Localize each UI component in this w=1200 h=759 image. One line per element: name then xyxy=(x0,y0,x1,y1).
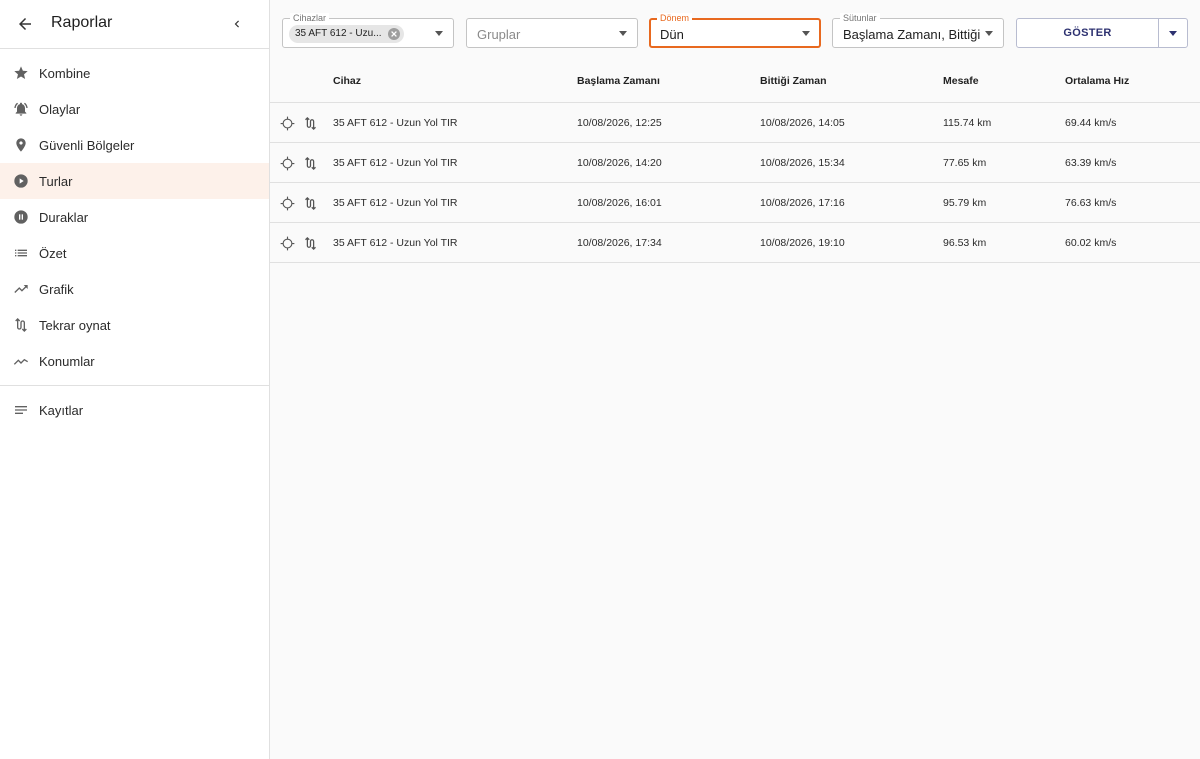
timeline-icon xyxy=(12,352,30,370)
column-header-avg-speed[interactable]: Ortalama Hız xyxy=(1065,75,1129,87)
locate-icon[interactable] xyxy=(279,115,295,131)
cell-device: 35 AFT 612 - Uzun Yol TIR xyxy=(333,157,458,169)
show-button[interactable]: GÖSTER xyxy=(1016,18,1159,48)
replay-route-icon[interactable] xyxy=(302,195,318,211)
trips-table: Cihaz Başlama Zamanı Bittiği Zaman Mesaf… xyxy=(270,61,1200,263)
period-value: Dün xyxy=(660,27,684,42)
cell-avg-speed: 63.39 km/s xyxy=(1065,157,1117,169)
cell-device: 35 AFT 612 - Uzun Yol TIR xyxy=(333,237,458,249)
sidebar-item-label: Tekrar oynat xyxy=(39,317,111,333)
sidebar-item-label: Kombine xyxy=(39,65,91,81)
columns-label: Sütunlar xyxy=(840,13,880,23)
replay-route-icon[interactable] xyxy=(302,235,318,251)
cell-start: 10/08/2026, 12:25 xyxy=(577,117,662,129)
star-icon xyxy=(12,64,30,82)
chip-remove-icon[interactable] xyxy=(387,28,400,40)
table-row: 35 AFT 612 - Uzun Yol TIR 10/08/2026, 17… xyxy=(270,223,1200,263)
column-header-device[interactable]: Cihaz xyxy=(333,75,361,87)
cell-end: 10/08/2026, 17:16 xyxy=(760,197,845,209)
sidebar: Raporlar Kombine Olaylar Güvenli Bölgele… xyxy=(0,0,270,759)
column-header-end[interactable]: Bittiği Zaman xyxy=(760,75,827,87)
list-icon xyxy=(12,244,30,262)
chevron-left-icon[interactable] xyxy=(227,14,247,34)
cell-start: 10/08/2026, 16:01 xyxy=(577,197,662,209)
extra-menu: Kayıtlar xyxy=(0,392,269,428)
chevron-down-icon xyxy=(435,31,443,36)
sidebar-item-kayitlar[interactable]: Kayıtlar xyxy=(0,392,269,428)
cell-avg-speed: 76.63 km/s xyxy=(1065,197,1117,209)
cell-device: 35 AFT 612 - Uzun Yol TIR xyxy=(333,197,458,209)
sidebar-item-tekrar-oynat[interactable]: Tekrar oynat xyxy=(0,307,269,343)
sidebar-item-label: Olaylar xyxy=(39,101,81,117)
cell-distance: 96.53 km xyxy=(943,237,987,249)
sidebar-item-duraklar[interactable]: Duraklar xyxy=(0,199,269,235)
devices-select[interactable]: Cihazlar 35 AFT 612 - Uzu... xyxy=(282,13,454,48)
device-chip: 35 AFT 612 - Uzu... xyxy=(289,25,404,43)
cell-end: 10/08/2026, 19:10 xyxy=(760,237,845,249)
cell-start: 10/08/2026, 14:20 xyxy=(577,157,662,169)
sidebar-divider xyxy=(0,385,269,386)
sidebar-header: Raporlar xyxy=(0,0,269,49)
sidebar-item-ozet[interactable]: Özet xyxy=(0,235,269,271)
sidebar-item-label: Turlar xyxy=(39,173,73,189)
columns-value: Başlama Zamanı, Bittiği ... xyxy=(843,27,983,42)
period-label: Dönem xyxy=(657,13,693,23)
table-row: 35 AFT 612 - Uzun Yol TIR 10/08/2026, 16… xyxy=(270,183,1200,223)
show-options-button[interactable] xyxy=(1158,18,1188,48)
cell-distance: 77.65 km xyxy=(943,157,987,169)
sidebar-item-kombine[interactable]: Kombine xyxy=(0,55,269,91)
cell-end: 10/08/2026, 15:34 xyxy=(760,157,845,169)
pin-icon xyxy=(12,136,30,154)
cell-avg-speed: 60.02 km/s xyxy=(1065,237,1117,249)
groups-placeholder: Gruplar xyxy=(477,27,521,42)
cell-start: 10/08/2026, 17:34 xyxy=(577,237,662,249)
cell-distance: 95.79 km xyxy=(943,197,987,209)
locate-icon[interactable] xyxy=(279,155,295,171)
table-row: 35 AFT 612 - Uzun Yol TIR 10/08/2026, 14… xyxy=(270,143,1200,183)
sidebar-title: Raporlar xyxy=(51,14,113,31)
sidebar-item-label: Duraklar xyxy=(39,209,89,225)
bell-icon xyxy=(12,100,30,118)
chevron-down-icon xyxy=(802,31,810,36)
devices-label: Cihazlar xyxy=(290,13,330,23)
cell-end: 10/08/2026, 14:05 xyxy=(760,117,845,129)
sidebar-item-guvenli-bolgeler[interactable]: Güvenli Bölgeler xyxy=(0,127,269,163)
replay-route-icon[interactable] xyxy=(302,155,318,171)
sidebar-item-label: Konumlar xyxy=(39,353,95,369)
back-arrow-icon[interactable] xyxy=(13,12,37,36)
cell-distance: 115.74 km xyxy=(943,117,992,129)
groups-select[interactable]: Gruplar xyxy=(466,18,638,48)
locate-icon[interactable] xyxy=(279,235,295,251)
sidebar-item-label: Kayıtlar xyxy=(39,402,84,418)
trending-up-icon xyxy=(12,280,30,298)
caret-down-icon xyxy=(1169,30,1177,36)
sidebar-item-olaylar[interactable]: Olaylar xyxy=(0,91,269,127)
chevron-down-icon xyxy=(985,31,993,36)
route-icon xyxy=(12,316,30,334)
filter-toolbar: Cihazlar 35 AFT 612 - Uzu... Gruplar Dön… xyxy=(270,0,1200,60)
pause-circle-icon xyxy=(12,208,30,226)
sidebar-item-grafik[interactable]: Grafik xyxy=(0,271,269,307)
cell-device: 35 AFT 612 - Uzun Yol TIR xyxy=(333,117,458,129)
table-header: Cihaz Başlama Zamanı Bittiği Zaman Mesaf… xyxy=(270,61,1200,103)
sidebar-item-konumlar[interactable]: Konumlar xyxy=(0,343,269,379)
sidebar-item-label: Güvenli Bölgeler xyxy=(39,137,135,153)
play-circle-icon xyxy=(12,172,30,190)
columns-select[interactable]: Sütunlar Başlama Zamanı, Bittiği ... xyxy=(832,13,1004,48)
chevron-down-icon xyxy=(619,31,627,36)
column-header-start[interactable]: Başlama Zamanı xyxy=(577,75,660,87)
locate-icon[interactable] xyxy=(279,195,295,211)
report-menu: Kombine Olaylar Güvenli Bölgeler Turlar … xyxy=(0,49,269,379)
replay-route-icon[interactable] xyxy=(302,115,318,131)
sidebar-item-label: Özet xyxy=(39,245,67,261)
sidebar-item-label: Grafik xyxy=(39,281,74,297)
sidebar-item-turlar[interactable]: Turlar xyxy=(0,163,269,199)
notes-icon xyxy=(12,401,30,419)
cell-avg-speed: 69.44 km/s xyxy=(1065,117,1117,129)
device-chip-label: 35 AFT 612 - Uzu... xyxy=(295,28,382,39)
period-select[interactable]: Dönem Dün xyxy=(649,13,821,48)
column-header-distance[interactable]: Mesafe xyxy=(943,75,979,87)
table-row: 35 AFT 612 - Uzun Yol TIR 10/08/2026, 12… xyxy=(270,103,1200,143)
